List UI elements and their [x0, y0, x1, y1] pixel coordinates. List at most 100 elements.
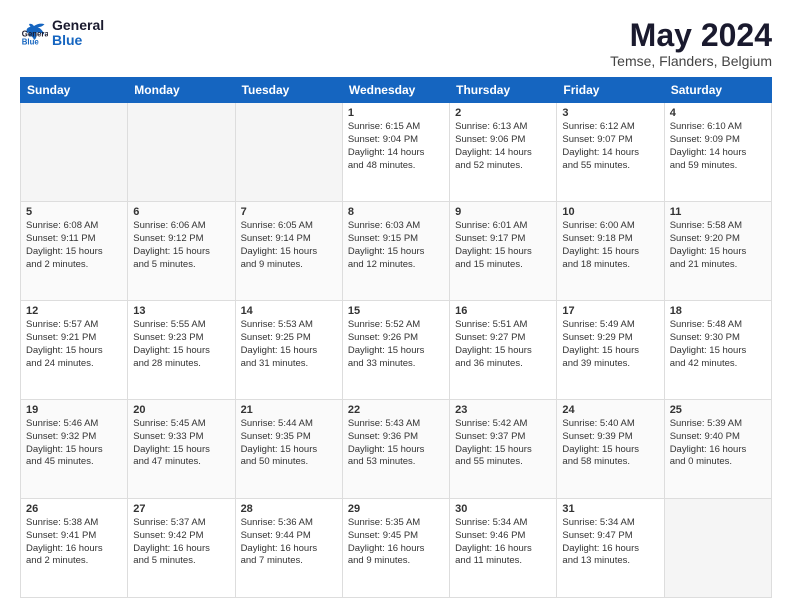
calendar-cell: 10Sunrise: 6:00 AMSunset: 9:18 PMDayligh… [557, 202, 664, 301]
day-info: Sunrise: 5:40 AMSunset: 9:39 PMDaylight:… [562, 418, 658, 469]
calendar-cell: 18Sunrise: 5:48 AMSunset: 9:30 PMDayligh… [664, 301, 771, 400]
calendar-cell: 25 Sunrise: 5:39 AMSunset: 9:40 PMDayligh… [664, 400, 771, 499]
svg-text:Blue: Blue [22, 38, 40, 47]
calendar-header-row: Sunday Monday Tuesday Wednesday Thursday… [21, 78, 772, 103]
header-monday: Monday [128, 78, 235, 103]
day-info: Sunrise: 5:38 AMSunset: 9:41 PMDaylight:… [26, 517, 122, 568]
header-sunday: Sunday [21, 78, 128, 103]
day-info: Sunrise: 5:35 AMSunset: 9:45 PMDaylight:… [348, 517, 444, 568]
title-block: May 2024 Temse, Flanders, Belgium [610, 18, 772, 69]
logo-line1: General [52, 18, 104, 33]
day-info: Sunrise: 5:42 AMSunset: 9:37 PMDaylight:… [455, 418, 551, 469]
day-number: 7 [241, 206, 337, 218]
day-number: 28 [241, 503, 337, 515]
calendar-cell: 20 Sunrise: 5:45 AMSunset: 9:33 PMDayligh… [128, 400, 235, 499]
day-info: Sunrise: 6:01 AMSunset: 9:17 PMDaylight:… [455, 220, 551, 271]
header-tuesday: Tuesday [235, 78, 342, 103]
day-info: Sunrise: 5:39 AMSunset: 9:40 PMDaylight:… [670, 418, 766, 469]
calendar-cell: 15 Sunrise: 5:52 AMSunset: 9:26 PMDayligh… [342, 301, 449, 400]
day-number: 29 [348, 503, 444, 515]
logo-line2: Blue [52, 33, 104, 48]
day-info: Sunrise: 6:03 AMSunset: 9:15 PMDaylight:… [348, 220, 444, 271]
logo: General Blue General Blue [20, 18, 104, 49]
calendar-cell: 17 Sunrise: 5:49 AMSunset: 9:29 PMDayligh… [557, 301, 664, 400]
day-info: Sunrise: 6:06 AMSunset: 9:12 PMDaylight:… [133, 220, 229, 271]
calendar-cell: 8Sunrise: 6:03 AMSunset: 9:15 PMDaylight… [342, 202, 449, 301]
calendar-cell: 3Sunrise: 6:12 AMSunset: 9:07 PMDaylight… [557, 103, 664, 202]
calendar-cell: 24 Sunrise: 5:40 AMSunset: 9:39 PMDayligh… [557, 400, 664, 499]
day-number: 31 [562, 503, 658, 515]
day-info: Sunrise: 5:48 AMSunset: 9:30 PMDaylight:… [670, 319, 766, 370]
day-info: Sunrise: 5:52 AMSunset: 9:26 PMDaylight:… [348, 319, 444, 370]
week-row-1: 1 Sunrise: 6:15 AMSunset: 9:04 PMDaylight… [21, 103, 772, 202]
day-info: Sunrise: 6:13 AMSunset: 9:06 PMDaylight:… [455, 121, 551, 172]
day-info: Sunrise: 5:58 AMSunset: 9:20 PMDaylight:… [670, 220, 766, 271]
subtitle: Temse, Flanders, Belgium [610, 53, 772, 69]
day-info: Sunrise: 6:08 AMSunset: 9:11 PMDaylight:… [26, 220, 122, 271]
day-number: 15 [348, 305, 444, 317]
calendar-cell [128, 103, 235, 202]
day-number: 14 [241, 305, 337, 317]
calendar-cell: 12 Sunrise: 5:57 AMSunset: 9:21 PMDayligh… [21, 301, 128, 400]
week-row-4: 19 Sunrise: 5:46 AMSunset: 9:32 PMDayligh… [21, 400, 772, 499]
week-row-2: 5 Sunrise: 6:08 AMSunset: 9:11 PMDaylight… [21, 202, 772, 301]
week-row-5: 26 Sunrise: 5:38 AMSunset: 9:41 PMDayligh… [21, 499, 772, 598]
calendar-cell: 26 Sunrise: 5:38 AMSunset: 9:41 PMDayligh… [21, 499, 128, 598]
calendar-cell: 21Sunrise: 5:44 AMSunset: 9:35 PMDayligh… [235, 400, 342, 499]
calendar-cell: 14Sunrise: 5:53 AMSunset: 9:25 PMDayligh… [235, 301, 342, 400]
day-info: Sunrise: 5:43 AMSunset: 9:36 PMDaylight:… [348, 418, 444, 469]
day-info: Sunrise: 5:57 AMSunset: 9:21 PMDaylight:… [26, 319, 122, 370]
day-number: 10 [562, 206, 658, 218]
day-number: 2 [455, 107, 551, 119]
day-number: 19 [26, 404, 122, 416]
calendar-table: Sunday Monday Tuesday Wednesday Thursday… [20, 77, 772, 598]
calendar-cell: 1 Sunrise: 6:15 AMSunset: 9:04 PMDaylight… [342, 103, 449, 202]
week-row-3: 12 Sunrise: 5:57 AMSunset: 9:21 PMDayligh… [21, 301, 772, 400]
day-number: 1 [348, 107, 444, 119]
day-number: 11 [670, 206, 766, 218]
day-info: Sunrise: 6:12 AMSunset: 9:07 PMDaylight:… [562, 121, 658, 172]
calendar-cell: 19 Sunrise: 5:46 AMSunset: 9:32 PMDayligh… [21, 400, 128, 499]
day-number: 5 [26, 206, 122, 218]
header: General Blue General Blue May 2024 Temse… [20, 18, 772, 69]
day-number: 9 [455, 206, 551, 218]
day-number: 20 [133, 404, 229, 416]
day-number: 22 [348, 404, 444, 416]
page: General Blue General Blue May 2024 Temse… [0, 0, 792, 612]
day-number: 24 [562, 404, 658, 416]
calendar-cell: 11 Sunrise: 5:58 AMSunset: 9:20 PMDayligh… [664, 202, 771, 301]
day-number: 26 [26, 503, 122, 515]
day-number: 21 [241, 404, 337, 416]
day-number: 12 [26, 305, 122, 317]
day-number: 17 [562, 305, 658, 317]
day-info: Sunrise: 5:49 AMSunset: 9:29 PMDaylight:… [562, 319, 658, 370]
calendar-cell: 28 Sunrise: 5:36 AMSunset: 9:44 PMDayligh… [235, 499, 342, 598]
logo-icon: General Blue [20, 19, 48, 47]
day-info: Sunrise: 5:34 AMSunset: 9:46 PMDaylight:… [455, 517, 551, 568]
day-number: 25 [670, 404, 766, 416]
header-saturday: Saturday [664, 78, 771, 103]
calendar-cell: 7 Sunrise: 6:05 AMSunset: 9:14 PMDaylight… [235, 202, 342, 301]
calendar-cell: 27Sunrise: 5:37 AMSunset: 9:42 PMDayligh… [128, 499, 235, 598]
calendar-cell [21, 103, 128, 202]
calendar-cell: 16Sunrise: 5:51 AMSunset: 9:27 PMDayligh… [450, 301, 557, 400]
day-info: Sunrise: 6:10 AMSunset: 9:09 PMDaylight:… [670, 121, 766, 172]
day-number: 4 [670, 107, 766, 119]
calendar-cell: 6Sunrise: 6:06 AMSunset: 9:12 PMDaylight… [128, 202, 235, 301]
day-info: Sunrise: 5:45 AMSunset: 9:33 PMDaylight:… [133, 418, 229, 469]
day-info: Sunrise: 5:34 AMSunset: 9:47 PMDaylight:… [562, 517, 658, 568]
day-info: Sunrise: 6:15 AMSunset: 9:04 PMDaylight:… [348, 121, 444, 172]
day-number: 23 [455, 404, 551, 416]
calendar-cell: 23 Sunrise: 5:42 AMSunset: 9:37 PMDayligh… [450, 400, 557, 499]
header-friday: Friday [557, 78, 664, 103]
day-number: 16 [455, 305, 551, 317]
calendar-cell: 31 Sunrise: 5:34 AMSunset: 9:47 PMDayligh… [557, 499, 664, 598]
day-info: Sunrise: 5:46 AMSunset: 9:32 PMDaylight:… [26, 418, 122, 469]
day-info: Sunrise: 6:05 AMSunset: 9:14 PMDaylight:… [241, 220, 337, 271]
day-number: 27 [133, 503, 229, 515]
calendar-cell: 13Sunrise: 5:55 AMSunset: 9:23 PMDayligh… [128, 301, 235, 400]
day-info: Sunrise: 5:55 AMSunset: 9:23 PMDaylight:… [133, 319, 229, 370]
calendar-cell: 5 Sunrise: 6:08 AMSunset: 9:11 PMDaylight… [21, 202, 128, 301]
day-info: Sunrise: 5:36 AMSunset: 9:44 PMDaylight:… [241, 517, 337, 568]
calendar-cell [235, 103, 342, 202]
